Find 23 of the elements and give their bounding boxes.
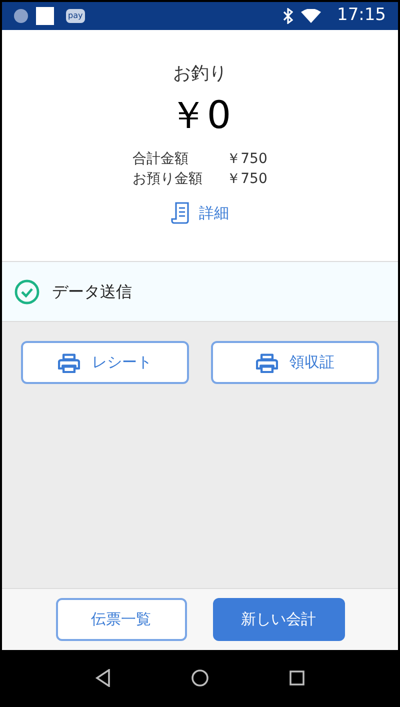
notification-square-icon [36,7,54,25]
bluetooth-icon [283,8,293,24]
app-badge: pay [66,9,85,23]
summary-label: お預り金額 [132,170,203,189]
print-button[interactable]: レシート [21,341,189,384]
new-transaction-button[interactable]: 新しい会計 [212,598,344,641]
summary-value: ￥750 [226,170,268,189]
summary-label: 合計金額 [132,150,190,169]
recents-icon[interactable] [289,670,305,686]
printer-icon [58,352,80,372]
receipt-icon [171,201,191,225]
home-icon[interactable] [191,668,209,686]
clock-time: 17:15 [337,4,386,28]
summary-value: ￥750 [226,150,268,169]
transmission-label: データ送信 [52,280,132,302]
slip-list-button[interactable]: 伝票一覧 [56,598,186,641]
details-link[interactable]: 詳細 [171,201,229,225]
wifi-icon [301,9,321,23]
change-amount: ￥0 [168,92,232,139]
printer-icon [256,352,278,372]
change-label: お釣り [173,62,227,86]
back-icon[interactable] [95,668,111,686]
print-button[interactable]: 領収証 [211,341,379,384]
